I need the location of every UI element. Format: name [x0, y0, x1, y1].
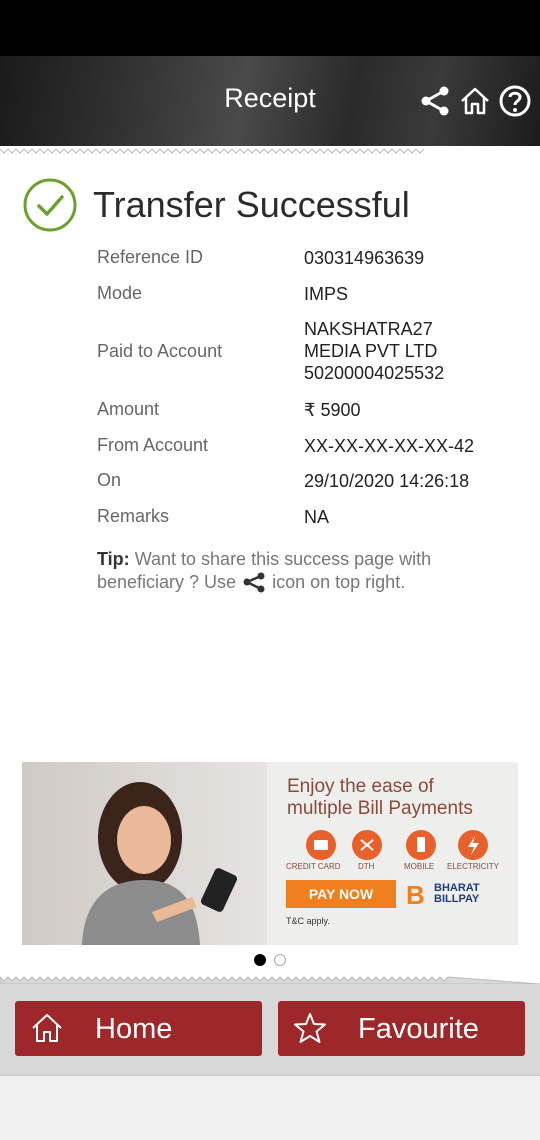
detail-value: 030314963639	[304, 248, 425, 268]
share-icon[interactable]	[418, 84, 452, 118]
detail-label: Mode	[97, 283, 143, 303]
zigzag-divider	[0, 146, 540, 154]
detail-value: 29/10/2020 14:26:18	[304, 471, 470, 491]
share-icon	[243, 572, 265, 593]
terms-note: T&C apply.	[286, 916, 330, 926]
banner-photo	[22, 762, 267, 945]
favourite-button[interactable]: Favourite	[278, 1001, 525, 1056]
detail-value: NAKSHATRA27 MEDIA PVT LTD 50200004025532	[304, 318, 519, 384]
home-icon	[32, 1014, 62, 1042]
bharat-billpay-wordmark: BHARAT BILLPAY	[434, 883, 480, 905]
home-icon[interactable]	[458, 84, 492, 118]
carousel-dot-active[interactable]	[254, 954, 266, 966]
bill-category-label: MOBILE	[404, 862, 435, 871]
tip-text: icon on top right.	[272, 572, 406, 592]
detail-label: From Account	[97, 435, 209, 455]
detail-label: Reference ID	[97, 247, 204, 267]
banner-headline: Enjoy the ease of multiple Bill Payments	[287, 776, 473, 820]
home-button[interactable]: Home	[15, 1001, 262, 1056]
receipt-card: Transfer Successful Reference ID 0303149…	[0, 146, 540, 984]
status-bar	[0, 0, 540, 56]
carousel-dot[interactable]	[274, 954, 286, 966]
detail-value: NA	[304, 507, 330, 527]
payee-account-line: 50200004025532	[304, 363, 445, 383]
check-circle-icon	[23, 178, 77, 232]
detail-label: On	[97, 470, 122, 490]
bill-category-label: CREDIT CARD	[286, 862, 341, 871]
zigzag-divider	[0, 976, 540, 984]
bill-category-label: ELECTRICITY	[447, 862, 500, 871]
footer-bar: Home Favourite	[0, 984, 540, 1076]
detail-label: Remarks	[97, 506, 170, 526]
favourite-button-label: Favourite	[358, 1013, 479, 1045]
detail-value: IMPS	[304, 284, 349, 304]
pay-now-button[interactable]: PAY NOW	[286, 880, 396, 908]
bill-category-label: DTH	[358, 862, 375, 871]
bharat-billpay-logo: B	[406, 880, 425, 910]
app-header: Receipt	[0, 56, 540, 146]
detail-label: Paid to Account	[97, 341, 223, 361]
star-icon	[294, 1013, 326, 1043]
banner-headline-line: Enjoy the ease of	[287, 776, 434, 797]
detail-label: Amount	[97, 399, 160, 419]
detail-value: XX-XX-XX-XX-XX-42	[304, 436, 475, 456]
payee-name-line: NAKSHATRA27	[304, 319, 433, 339]
success-title: Transfer Successful	[93, 184, 410, 225]
detail-row-paid-to: Paid to Account NAKSHATRA27 MEDIA PVT LT…	[97, 318, 517, 386]
help-icon[interactable]	[498, 84, 532, 118]
detail-value: ₹ 5900	[304, 400, 361, 420]
share-tip: Tip: Want to share this success page wit…	[97, 548, 497, 594]
payee-name-line: MEDIA PVT LTD	[304, 341, 438, 361]
tip-label: Tip:	[97, 549, 130, 569]
bill-payment-banner[interactable]: Enjoy the ease of multiple Bill Payments…	[22, 762, 518, 945]
banner-headline-line: multiple Bill Payments	[287, 798, 473, 819]
brand-line: BILLPAY	[434, 893, 480, 905]
home-button-label: Home	[95, 1013, 173, 1045]
